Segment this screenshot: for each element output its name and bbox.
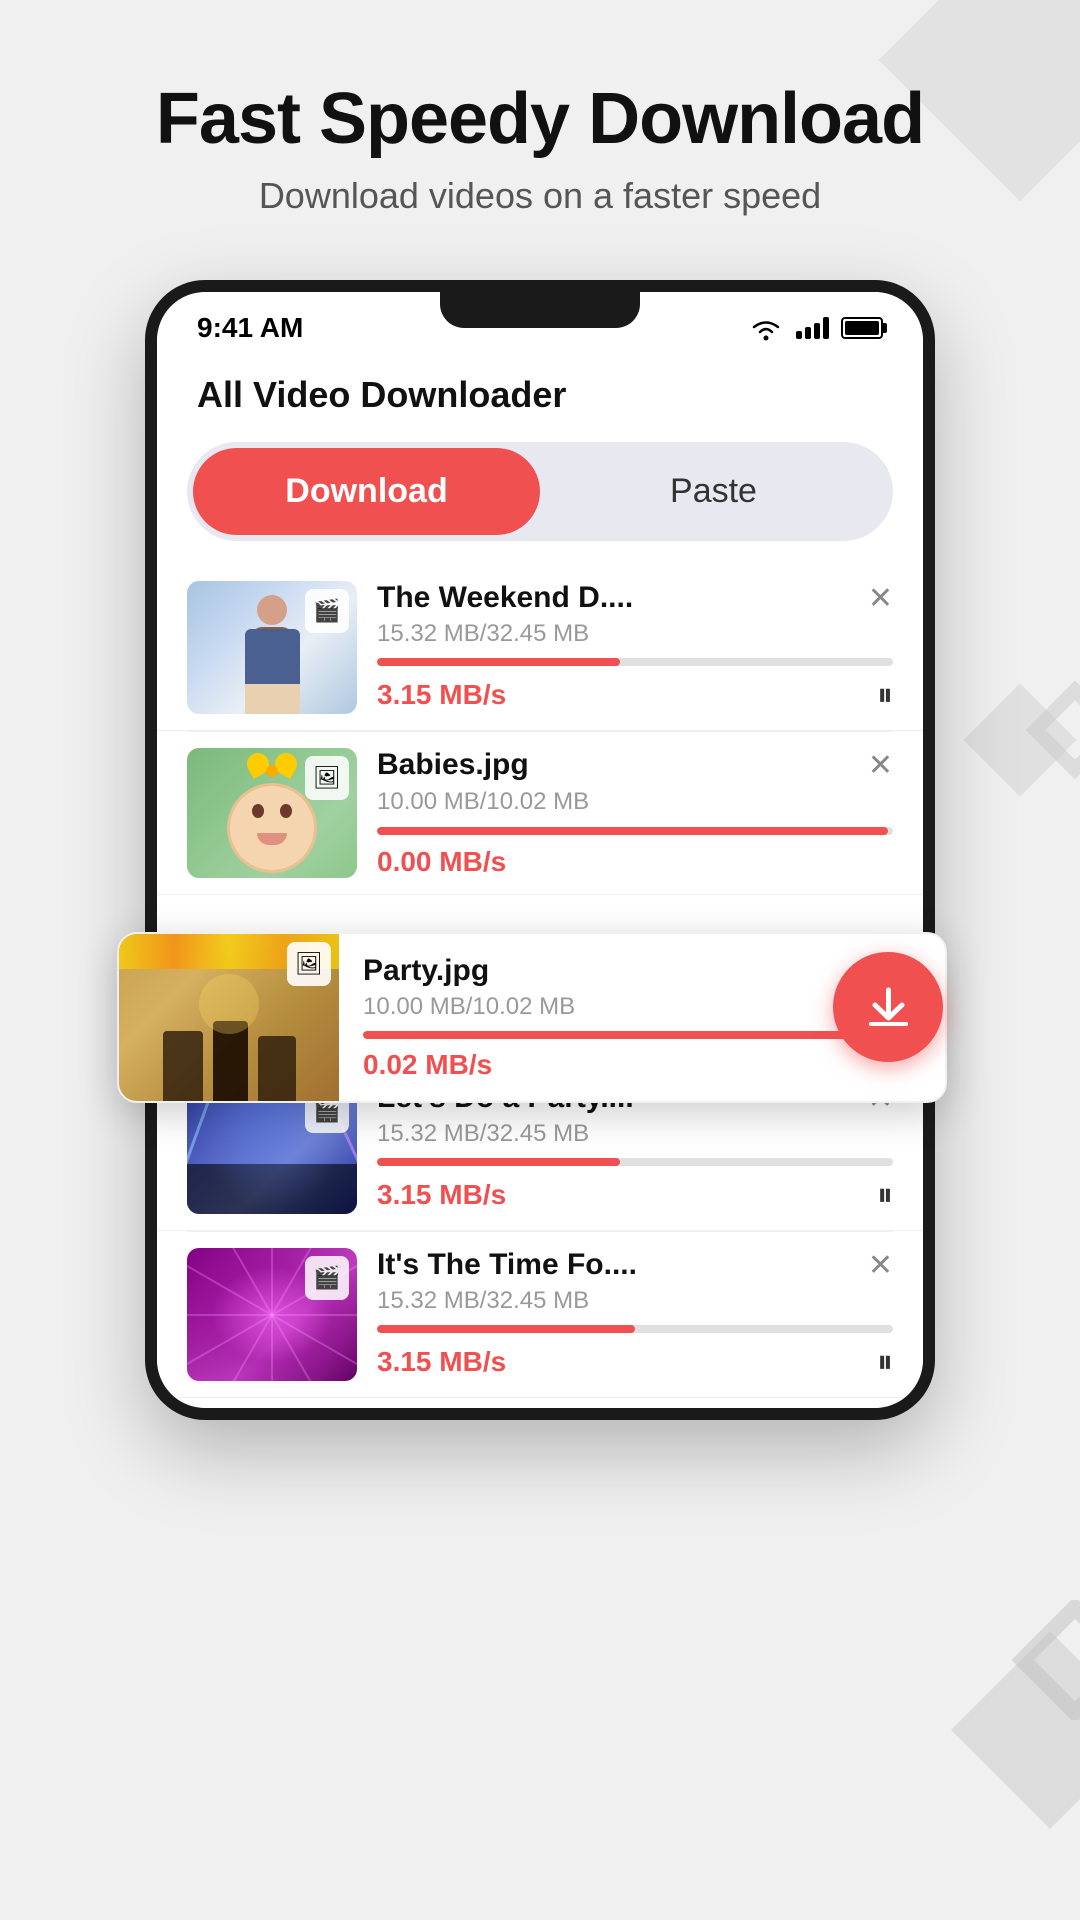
item-name: Babies.jpg: [377, 748, 852, 782]
item-size: 15.32 MB/32.45 MB: [377, 1120, 893, 1148]
progress-bar-background: [377, 1158, 893, 1166]
item-bottom: 0.00 MB/s: [377, 846, 893, 878]
item-top: It's The Time Fo.... ✕: [377, 1248, 893, 1283]
floating-item-bottom: 0.02 MB/s: [363, 1049, 923, 1081]
header-section: Fast Speedy Download Download videos on …: [0, 0, 1080, 277]
item-speed: 3.15 MB/s: [377, 1346, 506, 1378]
download-item: 🎬 It's The Time Fo.... ✕ 15.32 MB/32.45 …: [157, 1232, 923, 1398]
thumb-image-icon: 🖼: [305, 756, 349, 800]
item-speed: 0.00 MB/s: [377, 846, 506, 878]
floating-thumbnail: 🖼: [157, 934, 339, 1101]
item-info: It's The Time Fo.... ✕ 15.32 MB/32.45 MB…: [377, 1248, 893, 1381]
bg-chevron-bottom: [970, 1600, 1080, 1720]
download-item: 🖼 Babies.jpg ✕ 10.00 MB/10.02 MB 0.00 MB…: [157, 732, 923, 895]
item-bottom: 3.15 MB/s ⏸: [377, 1343, 893, 1381]
thumb-video-icon: 🎬: [305, 589, 349, 633]
download-item: 🎬 The Weekend D.... ✕ 15.32 MB/32.45 MB …: [157, 565, 923, 731]
download-list: 🎬 The Weekend D.... ✕ 15.32 MB/32.45 MB …: [157, 565, 923, 1408]
pause-button[interactable]: ⏸: [877, 1343, 893, 1381]
wifi-icon: [748, 315, 784, 341]
item-close-button[interactable]: ✕: [852, 581, 893, 616]
item-thumbnail: 🎬: [187, 1248, 357, 1381]
page-subtitle: Download videos on a faster speed: [0, 175, 1080, 217]
tab-download-button[interactable]: Download: [193, 448, 540, 535]
item-close-button[interactable]: ✕: [852, 1248, 893, 1283]
app-header: All Video Downloader: [157, 354, 923, 432]
status-time: 9:41 AM: [197, 312, 303, 344]
progress-bar-background: [377, 658, 893, 666]
bg-chevron-right: [990, 680, 1080, 780]
tab-paste-button[interactable]: Paste: [540, 448, 887, 535]
tab-bar: Download Paste: [187, 442, 893, 541]
item-top: Babies.jpg ✕: [377, 748, 893, 783]
battery-icon: [841, 317, 883, 339]
item-top: The Weekend D.... ✕: [377, 581, 893, 616]
status-icons: [748, 315, 883, 341]
floating-item-name: Party.jpg: [363, 954, 884, 988]
item-bottom: 3.15 MB/s ⏸: [377, 1176, 893, 1214]
phone-notch: [440, 292, 640, 328]
progress-bar-background: [377, 827, 893, 835]
floating-progress-fill: [363, 1031, 919, 1039]
item-info: Babies.jpg ✕ 10.00 MB/10.02 MB 0.00 MB/s: [377, 748, 893, 878]
item-size: 10.00 MB/10.02 MB: [377, 788, 893, 816]
item-thumbnail: 🎬: [187, 581, 357, 714]
item-bottom: 3.15 MB/s ⏸: [377, 676, 893, 714]
item-size: 15.32 MB/32.45 MB: [377, 1287, 893, 1315]
download-arrow-icon: [861, 980, 916, 1035]
item-speed: 3.15 MB/s: [377, 1179, 506, 1211]
app-title: All Video Downloader: [197, 374, 883, 416]
pause-button[interactable]: ⏸: [877, 676, 893, 714]
pause-button[interactable]: ⏸: [877, 1176, 893, 1214]
thumb-video-icon: 🎬: [305, 1256, 349, 1300]
phone-mockup: 9:41 AM: [145, 280, 935, 1420]
progress-bar-fill: [377, 827, 888, 835]
progress-bar-fill: [377, 1158, 620, 1166]
floating-item-speed: 0.02 MB/s: [363, 1049, 492, 1081]
floating-thumb-icon: 🖼: [287, 942, 331, 986]
progress-bar-fill: [377, 1325, 635, 1333]
page-title: Fast Speedy Download: [0, 80, 1080, 159]
item-name: It's The Time Fo....: [377, 1248, 852, 1282]
item-name: The Weekend D....: [377, 581, 852, 615]
item-info: The Weekend D.... ✕ 15.32 MB/32.45 MB 3.…: [377, 581, 893, 714]
item-speed: 3.15 MB/s: [377, 679, 506, 711]
progress-bar-fill: [377, 658, 620, 666]
signal-bars-icon: [796, 317, 829, 339]
floating-download-card: 🖼 Party.jpg ✕ 10.00 MB/10.02 MB 0.02 MB/…: [157, 932, 923, 1103]
progress-bar-background: [377, 1325, 893, 1333]
item-size: 15.32 MB/32.45 MB: [377, 620, 893, 648]
item-thumbnail: 🖼: [187, 748, 357, 878]
phone-screen: 9:41 AM: [157, 292, 923, 1408]
item-close-button[interactable]: ✕: [852, 748, 893, 783]
